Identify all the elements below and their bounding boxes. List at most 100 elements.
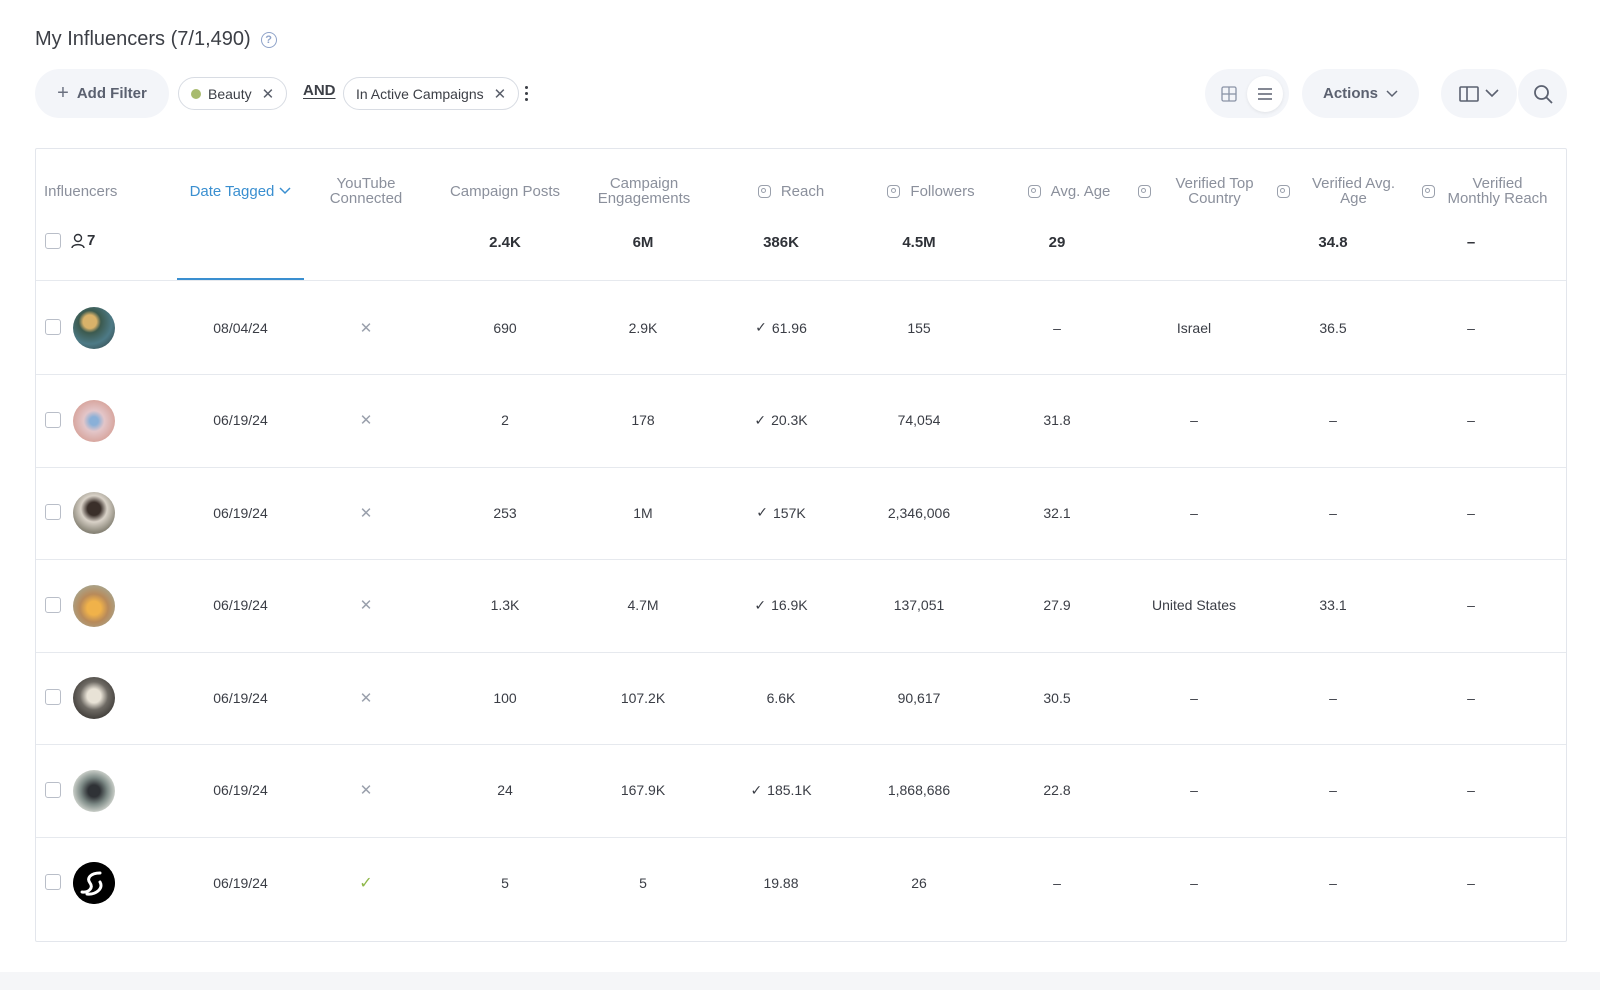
avatar[interactable] — [73, 862, 115, 904]
avatar[interactable] — [73, 769, 115, 812]
column-header-followers[interactable]: Followers — [861, 171, 1001, 211]
cell-verified-monthly-reach: – — [1467, 319, 1475, 336]
filter-chip-active-campaigns[interactable]: In Active Campaigns ✕ — [343, 77, 520, 110]
cell-verified-avg-age: – — [1329, 689, 1337, 706]
cell-verified-avg-age: 36.5 — [1319, 319, 1347, 336]
close-icon[interactable]: ✕ — [494, 85, 507, 103]
select-all-checkbox[interactable] — [45, 232, 61, 249]
more-options-icon[interactable] — [522, 81, 530, 105]
column-header-verified-top-country[interactable]: Verified Top Country — [1129, 171, 1269, 211]
table-header: Influencers Date Tagged YouTube Connecte… — [36, 149, 1566, 281]
table-row[interactable]: 06/19/24 ✕ 1.3K 4.7M ✓ 16.9K 137,051 27.9 United… — [36, 559, 1566, 653]
reach-value: 16.9K — [771, 597, 808, 613]
avatar[interactable] — [73, 399, 115, 442]
filter-chip-label: Beauty — [208, 85, 252, 102]
cell-youtube-connected: ✕ — [316, 466, 416, 559]
row-checkbox[interactable] — [45, 874, 61, 890]
cell-reach: ✓ 61.96 — [726, 281, 836, 374]
plus-icon: + — [57, 82, 69, 104]
question-circle-icon[interactable]: ? — [260, 31, 277, 48]
chevron-down-icon — [1386, 89, 1398, 97]
filter-chip-beauty[interactable]: Beauty ✕ — [178, 77, 288, 110]
row-checkbox[interactable] — [45, 689, 61, 705]
row-checkbox[interactable] — [45, 596, 61, 613]
avatar[interactable] — [73, 492, 115, 534]
table-row[interactable]: 06/19/24 ✕ 100 107.2K 6.6K 90,617 30.5 – – – — [36, 651, 1566, 745]
column-label: Verified Monthly Reach — [1447, 175, 1548, 207]
cell-avg-age: 31.8 — [1043, 412, 1071, 428]
column-header-reach[interactable]: Reach — [726, 171, 856, 211]
cell-avg-age: 22.8 — [1043, 782, 1071, 798]
user-icon — [71, 233, 85, 248]
cell-avg-age: – — [1053, 319, 1061, 336]
column-label: Campaign Engagements — [597, 175, 691, 207]
filter-toolbar: + Add Filter Beauty ✕ AND In Active Camp… — [35, 69, 1567, 119]
instagram-icon — [1027, 184, 1041, 198]
avatar[interactable] — [73, 307, 115, 349]
list-view-icon[interactable] — [1247, 75, 1283, 112]
search-button[interactable] — [1518, 69, 1567, 118]
cell-reach: ✓ 185.1K — [726, 744, 836, 837]
column-header-avg-age[interactable]: Avg. Age — [1004, 171, 1134, 211]
table-row[interactable]: 06/19/24 ✕ 253 1M ✓ 157K 2,346,006 32.1 – – – — [36, 466, 1566, 560]
table-row[interactable]: 06/19/24 ✕ 2 178 ✓ 20.3K 74,054 31.8 – – – — [36, 374, 1566, 468]
avatar[interactable] — [73, 677, 115, 719]
row-checkbox[interactable] — [45, 319, 61, 335]
total-campaign-posts: 2.4K — [489, 234, 521, 251]
grid-view-icon[interactable] — [1211, 76, 1247, 112]
cell-campaign-engagements: 4.7M — [627, 597, 659, 613]
column-label: Verified Top Country — [1175, 175, 1254, 207]
instagram-icon — [1276, 184, 1290, 198]
cell-avg-age: – — [1053, 875, 1061, 891]
cell-campaign-posts: 5 — [501, 875, 509, 891]
total-avg-age: 29 — [1048, 234, 1066, 251]
table-row[interactable]: 08/04/24 ✕ 690 2.9K ✓ 61.96 155 – Israel 36.5 – — [36, 281, 1566, 375]
columns-button[interactable] — [1441, 69, 1517, 118]
cell-verified-avg-age: – — [1329, 782, 1337, 798]
table-row[interactable]: 06/19/24 ✓ 5 5 19.88 26 – – – – — [36, 836, 1566, 930]
cell-followers: 74,054 — [897, 412, 941, 428]
instagram-icon — [1137, 184, 1151, 198]
cell-campaign-engagements: 2.9K — [628, 319, 658, 336]
column-header-campaign-engagements[interactable]: Campaign Engagements — [585, 171, 703, 211]
cell-followers: 26 — [911, 875, 927, 891]
page-title: My Influencers (7/1,490) — [35, 28, 251, 50]
column-label: Reach — [780, 182, 825, 200]
cell-followers: 90,617 — [897, 689, 941, 706]
column-header-youtube-connected[interactable]: YouTube Connected — [316, 171, 416, 211]
close-icon: ✕ — [359, 782, 373, 799]
cell-youtube-connected: ✕ — [316, 559, 416, 652]
column-header-date-tagged[interactable]: Date Tagged — [177, 171, 304, 211]
cell-followers: 1,868,686 — [887, 782, 951, 798]
column-header-campaign-posts[interactable]: Campaign Posts — [440, 171, 570, 211]
row-checkbox[interactable] — [45, 781, 61, 798]
columns-icon — [1459, 85, 1479, 102]
cell-date-tagged: 06/19/24 — [213, 597, 268, 613]
actions-button[interactable]: Actions — [1302, 69, 1419, 118]
row-checkbox[interactable] — [45, 411, 61, 428]
column-header-verified-avg-age[interactable]: Verified Avg. Age — [1268, 171, 1408, 211]
add-filter-button[interactable]: + Add Filter — [35, 69, 169, 118]
column-header-verified-monthly-reach[interactable]: Verified Monthly Reach — [1406, 171, 1566, 211]
total-reach: 386K — [763, 234, 799, 251]
page-footer-strip — [0, 972, 1600, 990]
cell-avg-age: 32.1 — [1043, 504, 1071, 521]
cell-verified-monthly-reach: – — [1467, 412, 1475, 428]
close-icon[interactable]: ✕ — [262, 85, 275, 103]
cell-campaign-engagements: 1M — [633, 504, 653, 521]
avatar[interactable] — [73, 584, 115, 627]
close-icon: ✕ — [359, 319, 373, 337]
column-header-influencers[interactable]: Influencers — [44, 171, 154, 211]
filter-operator[interactable]: AND — [303, 82, 336, 99]
cell-reach: 19.88 — [726, 836, 836, 930]
reach-value: 157K — [773, 504, 806, 521]
cell-youtube-connected: ✕ — [316, 744, 416, 837]
close-icon: ✕ — [359, 412, 373, 429]
total-verified-monthly-reach: – — [1466, 234, 1476, 251]
check-icon: ✓ — [750, 781, 763, 798]
reach-value: 61.96 — [771, 319, 807, 336]
row-checkbox[interactable] — [45, 504, 61, 520]
table-row[interactable]: 06/19/24 ✕ 24 167.9K ✓ 185.1K 1,868,686 22.8 – – – — [36, 744, 1566, 838]
cell-followers: 137,051 — [893, 597, 945, 613]
cell-verified-top-country: – — [1190, 412, 1198, 428]
